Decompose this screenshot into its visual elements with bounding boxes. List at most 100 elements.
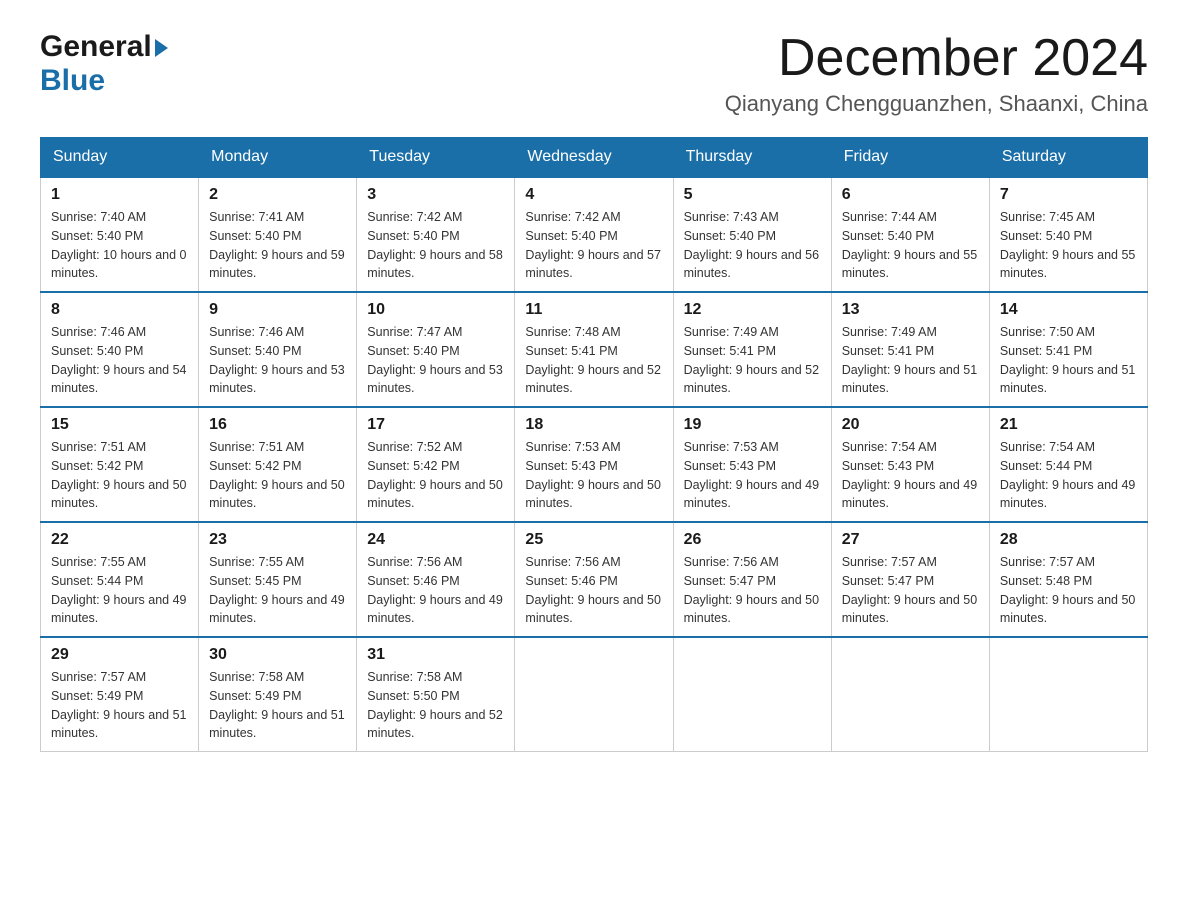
calendar-cell: 23 Sunrise: 7:55 AMSunset: 5:45 PMDayligh… bbox=[199, 522, 357, 637]
calendar-cell: 19 Sunrise: 7:53 AMSunset: 5:43 PMDayligh… bbox=[673, 407, 831, 522]
title-section: December 2024 Qianyang Chengguanzhen, Sh… bbox=[725, 30, 1148, 117]
logo: General Blue bbox=[40, 30, 168, 98]
weekday-header-friday: Friday bbox=[831, 138, 989, 178]
day-number: 6 bbox=[842, 186, 979, 204]
day-info: Sunrise: 7:43 AMSunset: 5:40 PMDaylight:… bbox=[684, 208, 821, 283]
day-info: Sunrise: 7:53 AMSunset: 5:43 PMDaylight:… bbox=[684, 438, 821, 513]
day-number: 26 bbox=[684, 531, 821, 549]
calendar-cell: 11Sunrise: 7:48 AMSunset: 5:41 PMDayligh… bbox=[515, 292, 673, 407]
calendar-cell: 13Sunrise: 7:49 AMSunset: 5:41 PMDayligh… bbox=[831, 292, 989, 407]
calendar-cell: 26 Sunrise: 7:56 AMSunset: 5:47 PMDayligh… bbox=[673, 522, 831, 637]
location-title: Qianyang Chengguanzhen, Shaanxi, China bbox=[725, 91, 1148, 117]
day-info: Sunrise: 7:54 AMSunset: 5:43 PMDaylight:… bbox=[842, 438, 979, 513]
calendar-cell: 12 Sunrise: 7:49 AMSunset: 5:41 PMDayligh… bbox=[673, 292, 831, 407]
day-info: Sunrise: 7:51 AMSunset: 5:42 PMDaylight:… bbox=[209, 438, 346, 513]
calendar-cell: 25 Sunrise: 7:56 AMSunset: 5:46 PMDayligh… bbox=[515, 522, 673, 637]
day-info: Sunrise: 7:46 AMSunset: 5:40 PMDaylight:… bbox=[209, 323, 346, 398]
day-info: Sunrise: 7:57 AMSunset: 5:47 PMDaylight:… bbox=[842, 553, 979, 628]
logo-triangle-icon bbox=[155, 39, 168, 57]
calendar-cell: 5 Sunrise: 7:43 AMSunset: 5:40 PMDaylight… bbox=[673, 177, 831, 292]
day-number: 7 bbox=[1000, 186, 1137, 204]
day-number: 10 bbox=[367, 301, 504, 319]
day-number: 22 bbox=[51, 531, 188, 549]
day-number: 4 bbox=[525, 186, 662, 204]
day-info: Sunrise: 7:53 AMSunset: 5:43 PMDaylight:… bbox=[525, 438, 662, 513]
day-number: 23 bbox=[209, 531, 346, 549]
calendar-header-row: SundayMondayTuesdayWednesdayThursdayFrid… bbox=[41, 138, 1148, 178]
calendar-cell bbox=[831, 637, 989, 752]
day-info: Sunrise: 7:42 AMSunset: 5:40 PMDaylight:… bbox=[367, 208, 504, 283]
calendar-cell: 27 Sunrise: 7:57 AMSunset: 5:47 PMDayligh… bbox=[831, 522, 989, 637]
calendar-cell: 14Sunrise: 7:50 AMSunset: 5:41 PMDayligh… bbox=[989, 292, 1147, 407]
weekday-header-thursday: Thursday bbox=[673, 138, 831, 178]
calendar-cell: 29 Sunrise: 7:57 AMSunset: 5:49 PMDayligh… bbox=[41, 637, 199, 752]
calendar-cell bbox=[673, 637, 831, 752]
day-number: 21 bbox=[1000, 416, 1137, 434]
day-number: 17 bbox=[367, 416, 504, 434]
calendar-cell: 7 Sunrise: 7:45 AMSunset: 5:40 PMDaylight… bbox=[989, 177, 1147, 292]
day-number: 20 bbox=[842, 416, 979, 434]
day-info: Sunrise: 7:57 AMSunset: 5:48 PMDaylight:… bbox=[1000, 553, 1137, 628]
calendar-cell: 31Sunrise: 7:58 AMSunset: 5:50 PMDayligh… bbox=[357, 637, 515, 752]
weekday-header-saturday: Saturday bbox=[989, 138, 1147, 178]
day-info: Sunrise: 7:49 AMSunset: 5:41 PMDaylight:… bbox=[684, 323, 821, 398]
calendar-cell: 16 Sunrise: 7:51 AMSunset: 5:42 PMDayligh… bbox=[199, 407, 357, 522]
day-number: 5 bbox=[684, 186, 821, 204]
logo-general-text: General bbox=[40, 30, 152, 64]
day-number: 12 bbox=[684, 301, 821, 319]
calendar-cell: 24 Sunrise: 7:56 AMSunset: 5:46 PMDayligh… bbox=[357, 522, 515, 637]
day-number: 16 bbox=[209, 416, 346, 434]
calendar-cell: 17 Sunrise: 7:52 AMSunset: 5:42 PMDayligh… bbox=[357, 407, 515, 522]
calendar-cell: 15Sunrise: 7:51 AMSunset: 5:42 PMDayligh… bbox=[41, 407, 199, 522]
calendar-cell: 10 Sunrise: 7:47 AMSunset: 5:40 PMDayligh… bbox=[357, 292, 515, 407]
calendar-cell: 20 Sunrise: 7:54 AMSunset: 5:43 PMDayligh… bbox=[831, 407, 989, 522]
day-number: 24 bbox=[367, 531, 504, 549]
day-number: 2 bbox=[209, 186, 346, 204]
calendar-cell: 3 Sunrise: 7:42 AMSunset: 5:40 PMDaylight… bbox=[357, 177, 515, 292]
day-number: 8 bbox=[51, 301, 188, 319]
calendar-cell: 18 Sunrise: 7:53 AMSunset: 5:43 PMDayligh… bbox=[515, 407, 673, 522]
weekday-header-monday: Monday bbox=[199, 138, 357, 178]
day-info: Sunrise: 7:58 AMSunset: 5:50 PMDaylight:… bbox=[367, 668, 504, 743]
day-info: Sunrise: 7:58 AMSunset: 5:49 PMDaylight:… bbox=[209, 668, 346, 743]
calendar-cell: 2 Sunrise: 7:41 AMSunset: 5:40 PMDaylight… bbox=[199, 177, 357, 292]
day-number: 27 bbox=[842, 531, 979, 549]
calendar-cell: 9Sunrise: 7:46 AMSunset: 5:40 PMDaylight… bbox=[199, 292, 357, 407]
day-number: 11 bbox=[525, 301, 662, 319]
day-number: 15 bbox=[51, 416, 188, 434]
day-number: 19 bbox=[684, 416, 821, 434]
calendar-cell: 21 Sunrise: 7:54 AMSunset: 5:44 PMDayligh… bbox=[989, 407, 1147, 522]
day-number: 30 bbox=[209, 646, 346, 664]
day-info: Sunrise: 7:46 AMSunset: 5:40 PMDaylight:… bbox=[51, 323, 188, 398]
day-number: 18 bbox=[525, 416, 662, 434]
logo-blue-text: Blue bbox=[40, 64, 105, 97]
day-info: Sunrise: 7:56 AMSunset: 5:47 PMDaylight:… bbox=[684, 553, 821, 628]
calendar-table: SundayMondayTuesdayWednesdayThursdayFrid… bbox=[40, 137, 1148, 752]
calendar-cell: 1Sunrise: 7:40 AMSunset: 5:40 PMDaylight… bbox=[41, 177, 199, 292]
day-info: Sunrise: 7:40 AMSunset: 5:40 PMDaylight:… bbox=[51, 208, 188, 283]
calendar-week-row: 22 Sunrise: 7:55 AMSunset: 5:44 PMDayligh… bbox=[41, 522, 1148, 637]
calendar-cell: 28Sunrise: 7:57 AMSunset: 5:48 PMDayligh… bbox=[989, 522, 1147, 637]
day-number: 25 bbox=[525, 531, 662, 549]
day-info: Sunrise: 7:42 AMSunset: 5:40 PMDaylight:… bbox=[525, 208, 662, 283]
day-info: Sunrise: 7:44 AMSunset: 5:40 PMDaylight:… bbox=[842, 208, 979, 283]
day-number: 3 bbox=[367, 186, 504, 204]
day-info: Sunrise: 7:55 AMSunset: 5:45 PMDaylight:… bbox=[209, 553, 346, 628]
day-number: 29 bbox=[51, 646, 188, 664]
calendar-cell: 22 Sunrise: 7:55 AMSunset: 5:44 PMDayligh… bbox=[41, 522, 199, 637]
day-number: 13 bbox=[842, 301, 979, 319]
day-info: Sunrise: 7:56 AMSunset: 5:46 PMDaylight:… bbox=[367, 553, 504, 628]
day-info: Sunrise: 7:55 AMSunset: 5:44 PMDaylight:… bbox=[51, 553, 188, 628]
weekday-header-wednesday: Wednesday bbox=[515, 138, 673, 178]
weekday-header-sunday: Sunday bbox=[41, 138, 199, 178]
day-info: Sunrise: 7:54 AMSunset: 5:44 PMDaylight:… bbox=[1000, 438, 1137, 513]
day-info: Sunrise: 7:47 AMSunset: 5:40 PMDaylight:… bbox=[367, 323, 504, 398]
day-info: Sunrise: 7:41 AMSunset: 5:40 PMDaylight:… bbox=[209, 208, 346, 283]
day-number: 14 bbox=[1000, 301, 1137, 319]
day-info: Sunrise: 7:56 AMSunset: 5:46 PMDaylight:… bbox=[525, 553, 662, 628]
day-info: Sunrise: 7:45 AMSunset: 5:40 PMDaylight:… bbox=[1000, 208, 1137, 283]
calendar-cell bbox=[515, 637, 673, 752]
day-info: Sunrise: 7:52 AMSunset: 5:42 PMDaylight:… bbox=[367, 438, 504, 513]
day-info: Sunrise: 7:57 AMSunset: 5:49 PMDaylight:… bbox=[51, 668, 188, 743]
calendar-cell: 4 Sunrise: 7:42 AMSunset: 5:40 PMDaylight… bbox=[515, 177, 673, 292]
